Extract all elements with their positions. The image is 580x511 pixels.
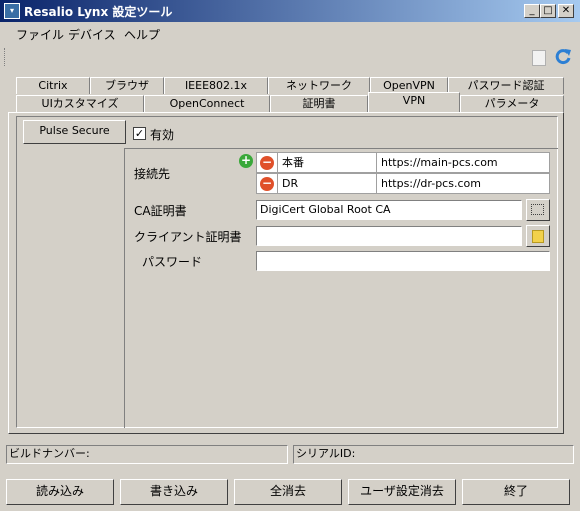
maximize-icon[interactable]: □ [540, 4, 556, 18]
toolbar-grip[interactable] [4, 48, 7, 66]
client-cert-field[interactable] [256, 226, 522, 246]
tab-password-auth[interactable]: パスワード認証 [448, 77, 564, 94]
clear-user-settings-button[interactable]: ユーザ設定消去 [348, 479, 456, 505]
destination-url-cell[interactable]: https://dr-pcs.com [376, 173, 550, 194]
tab-ui-customize[interactable]: UIカスタマイズ [16, 95, 144, 112]
destination-url-cell[interactable]: https://main-pcs.com [376, 152, 550, 173]
enabled-label: 有効 [150, 128, 175, 142]
tab-network[interactable]: ネットワーク [268, 77, 370, 94]
profile-tab-pulse-secure[interactable]: Pulse Secure [23, 120, 126, 144]
write-button[interactable]: 書き込み [120, 479, 228, 505]
exit-button[interactable]: 終了 [462, 479, 570, 505]
menu-help[interactable]: ヘルプ [124, 26, 160, 43]
tab-certificate[interactable]: 証明書 [270, 95, 368, 112]
tab-citrix[interactable]: Citrix [16, 77, 90, 94]
remove-icon[interactable]: − [260, 156, 274, 170]
window-title: Resalio Lynx 設定ツール [24, 5, 173, 19]
row-remove-cell: − [256, 152, 278, 173]
folder-icon [532, 230, 544, 243]
tab-browser[interactable]: ブラウザ [90, 77, 164, 94]
client-cert-label: クライアント証明書 [134, 230, 242, 244]
menu-device[interactable]: デバイス [68, 26, 116, 43]
add-icon[interactable]: + [239, 154, 253, 168]
page-icon[interactable] [532, 50, 546, 66]
close-icon[interactable]: ✕ [558, 4, 574, 18]
clear-all-button[interactable]: 全消去 [234, 479, 342, 505]
menu-file[interactable]: ファイル [16, 26, 64, 43]
destination-name-cell[interactable]: 本番 [277, 152, 377, 173]
password-field[interactable] [256, 251, 550, 271]
ca-cert-select-button[interactable] [526, 199, 550, 221]
password-label: パスワード [142, 255, 203, 269]
ca-cert-label: CA証明書 [134, 204, 187, 218]
minimize-icon[interactable]: _ [524, 4, 540, 18]
tab-openconnect[interactable]: OpenConnect [144, 95, 270, 112]
destinations-label: 接続先 [134, 167, 171, 181]
ca-cert-field[interactable]: DigiCert Global Root CA [256, 200, 522, 220]
list-icon [531, 204, 544, 215]
tab-parameters[interactable]: パラメータ [460, 95, 564, 112]
app-icon: ▾ [4, 3, 20, 19]
client-cert-browse-button[interactable] [526, 225, 550, 247]
tab-vpn[interactable]: VPN [368, 92, 460, 112]
load-button[interactable]: 読み込み [6, 479, 114, 505]
build-number-status: ビルドナンバー: [6, 445, 288, 464]
remove-icon[interactable]: − [260, 177, 274, 191]
destination-name-cell[interactable]: DR [277, 173, 377, 194]
row-remove-cell: − [256, 173, 278, 194]
tab-ieee8021x[interactable]: IEEE802.1x [164, 77, 268, 94]
serial-id-status: シリアルID: [293, 445, 574, 464]
refresh-icon[interactable] [553, 47, 573, 67]
enabled-checkbox[interactable]: ✓ [133, 127, 146, 140]
